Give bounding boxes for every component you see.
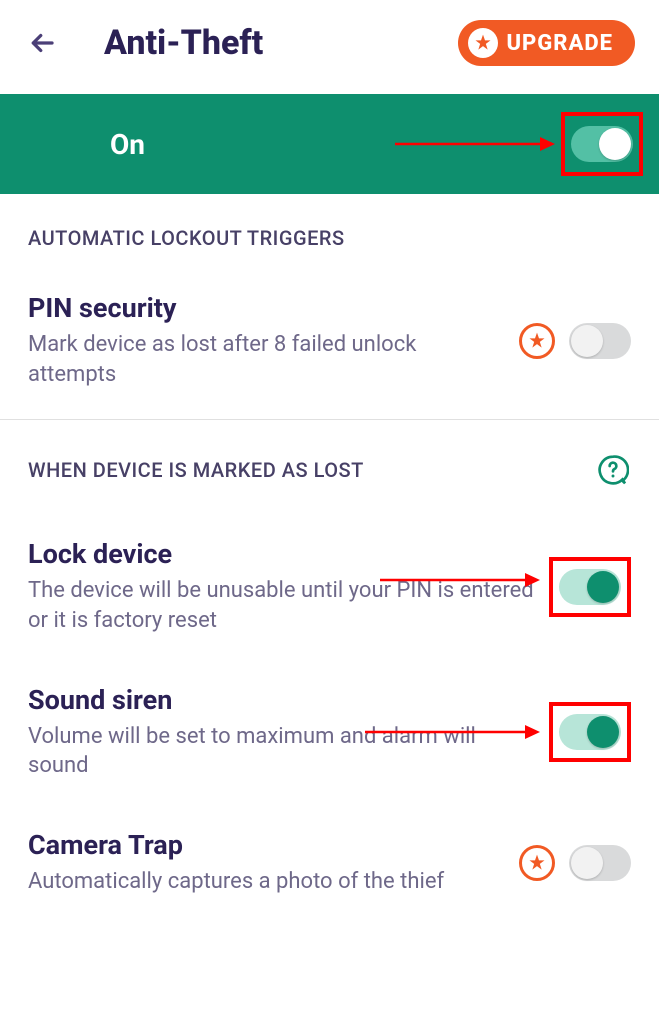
page-title: Anti-Theft [104,23,458,63]
camera-trap-toggle[interactable] [569,845,631,881]
setting-title: Lock device [28,538,535,570]
setting-title: Camera Trap [28,829,505,861]
setting-text: Lock device The device will be unusable … [28,538,535,635]
header: Anti-Theft UPGRADE [0,0,659,94]
back-button[interactable] [24,25,60,61]
annotation-box [549,702,631,762]
upgrade-label: UPGRADE [506,31,613,56]
setting-camera-trap[interactable]: Camera Trap Automatically captures a pho… [0,805,659,921]
setting-text: PIN security Mark device as lost after 8… [28,292,505,389]
annotation-box [561,112,643,176]
premium-star-icon [519,323,555,359]
setting-text: Sound siren Volume will be set to maximu… [28,684,535,781]
setting-text: Camera Trap Automatically captures a pho… [28,829,505,897]
setting-desc: The device will be unusable until your P… [28,576,535,635]
section-header-lost: WHEN DEVICE IS MARKED AS LOST [0,420,659,488]
lock-device-toggle[interactable] [559,569,621,605]
setting-desc: Volume will be set to maximum and alarm … [28,722,535,781]
section-header-triggers-label: AUTOMATIC LOCKOUT TRIGGERS [28,226,345,250]
annotation-box [549,557,631,617]
setting-title: Sound siren [28,684,535,716]
upgrade-star-icon [468,28,498,58]
setting-pin-security[interactable]: PIN security Mark device as lost after 8… [0,250,659,419]
setting-sound-siren[interactable]: Sound siren Volume will be set to maximu… [0,660,659,805]
status-banner: On [0,94,659,194]
master-toggle[interactable] [571,126,633,162]
help-icon [597,454,629,486]
upgrade-button[interactable]: UPGRADE [458,20,635,66]
help-button[interactable] [595,452,631,488]
setting-desc: Mark device as lost after 8 failed unloc… [28,330,505,389]
section-header-triggers: AUTOMATIC LOCKOUT TRIGGERS [0,194,659,250]
setting-title: PIN security [28,292,505,324]
premium-star-icon [519,845,555,881]
section-header-lost-label: WHEN DEVICE IS MARKED AS LOST [28,458,364,482]
arrow-left-icon [27,28,57,58]
status-label: On [110,128,631,161]
pin-security-toggle[interactable] [569,323,631,359]
sound-siren-toggle[interactable] [559,714,621,750]
setting-lock-device[interactable]: Lock device The device will be unusable … [0,488,659,659]
setting-desc: Automatically captures a photo of the th… [28,867,505,897]
